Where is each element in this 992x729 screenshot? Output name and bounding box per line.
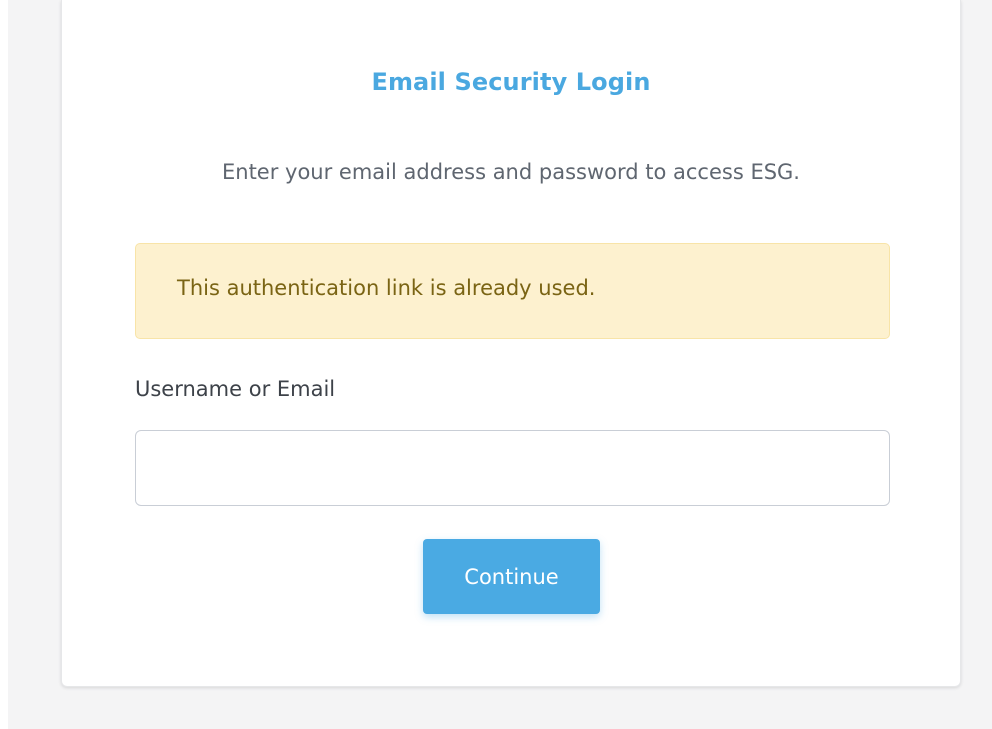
username-email-input[interactable]: [135, 430, 890, 506]
login-card: Email Security Login Enter your email ad…: [61, 0, 961, 687]
username-label: Username or Email: [135, 377, 336, 401]
authentication-alert: This authentication link is already used…: [135, 243, 890, 339]
continue-button[interactable]: Continue: [423, 539, 600, 614]
login-instructions: Enter your email address and password to…: [221, 160, 800, 184]
alert-message: This authentication link is already used…: [177, 276, 596, 300]
login-title: Email Security Login: [371, 68, 651, 96]
